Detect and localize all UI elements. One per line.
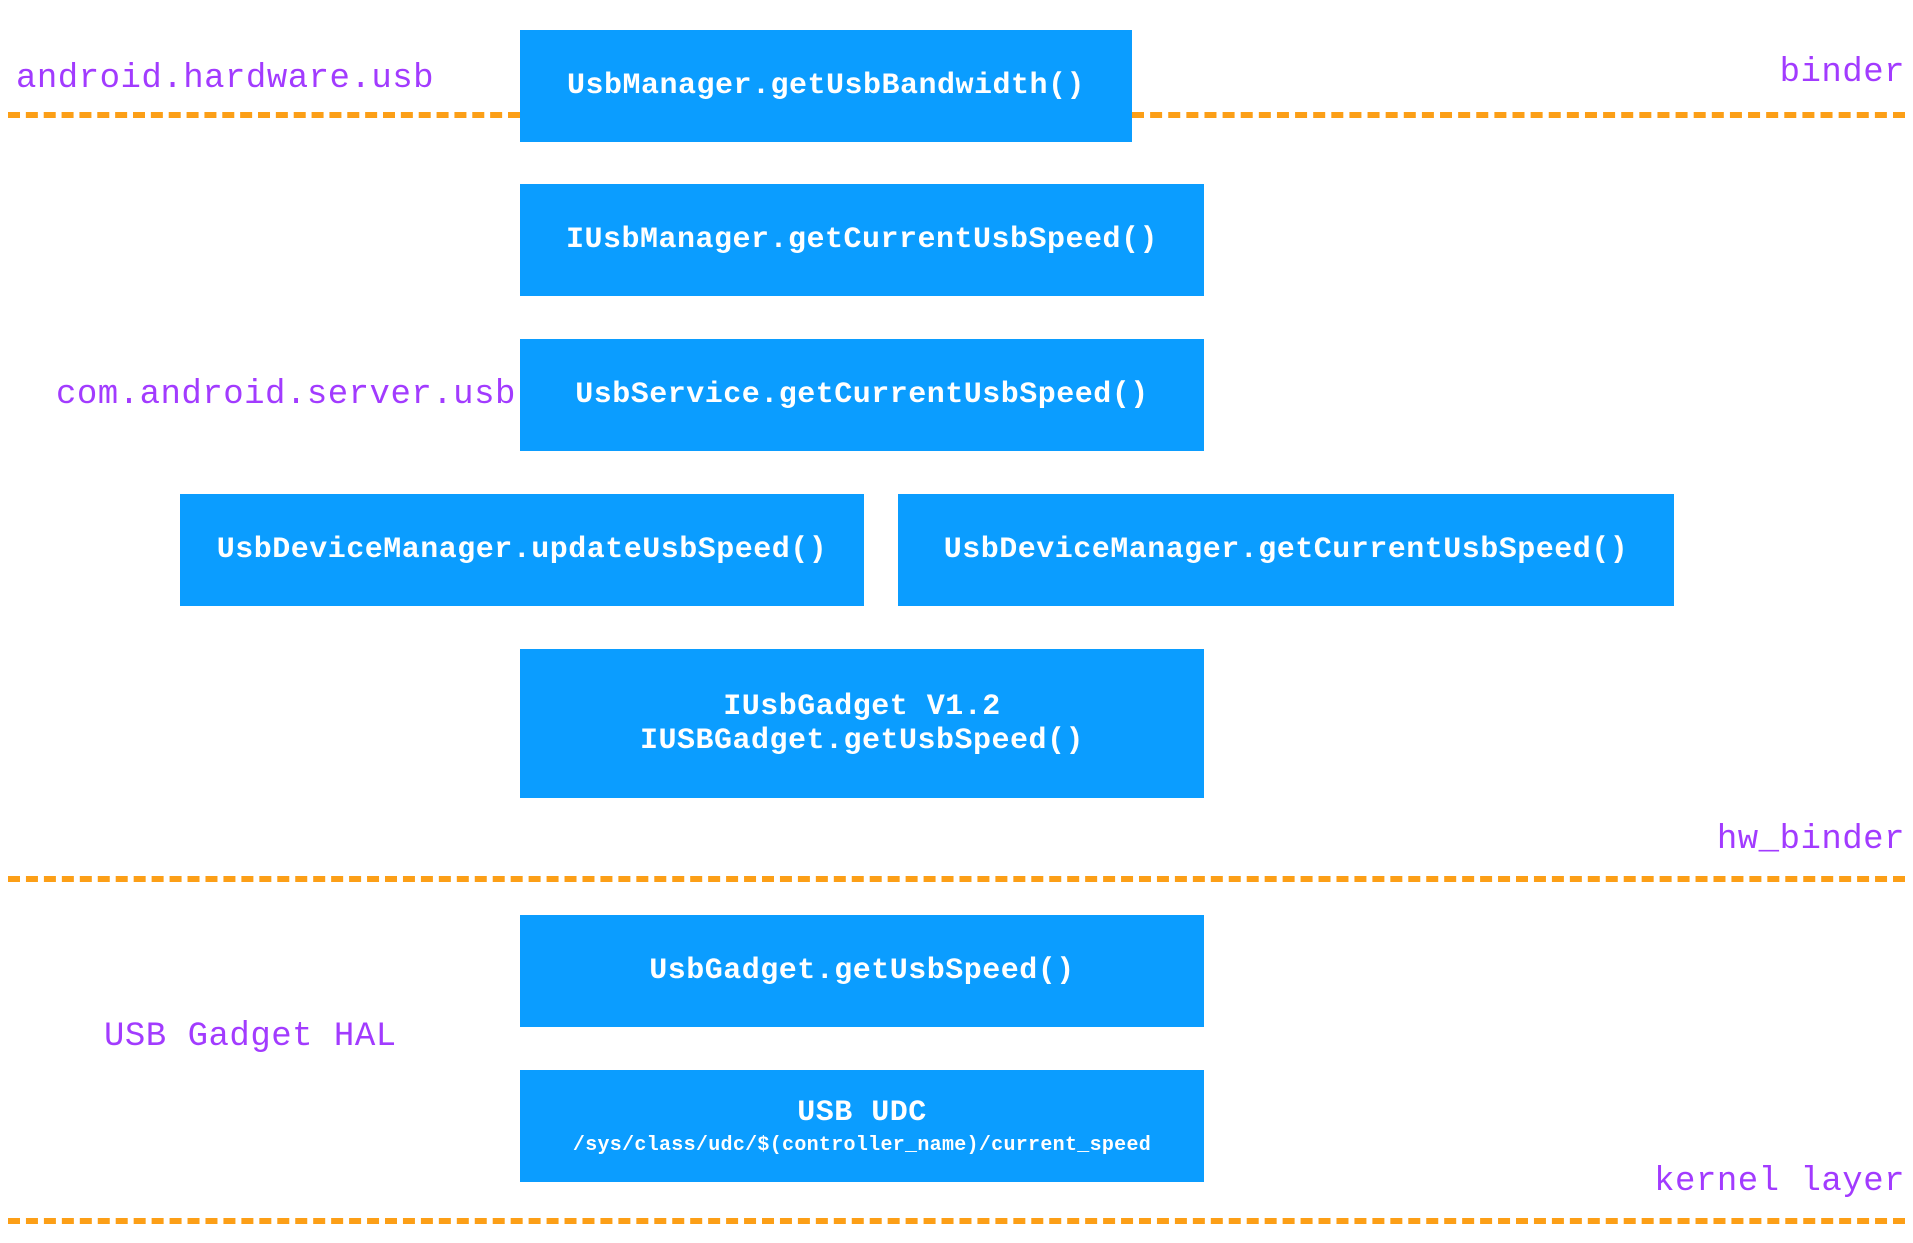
box2-text: IUsbManager.getCurrentUsbSpeed() [566, 223, 1158, 257]
box7-text: UsbGadget.getUsbSpeed() [649, 954, 1075, 988]
dashed-hwbinder [8, 876, 1905, 882]
dashed-binder-left [8, 112, 520, 118]
dashed-kernel [8, 1218, 1905, 1224]
box-usbdevicemanager-getcurrentusbspeed: UsbDeviceManager.getCurrentUsbSpeed() [898, 494, 1674, 606]
box-usbgadget-getusbspeed: UsbGadget.getUsbSpeed() [520, 915, 1204, 1027]
label-com-android-server-usb: com.android.server.usb [56, 376, 516, 414]
box6-line1: IUsbGadget V1.2 [723, 690, 1001, 724]
box-usbservice-getcurrentusbspeed: UsbService.getCurrentUsbSpeed() [520, 339, 1204, 451]
label-android-hardware-usb: android.hardware.usb [16, 60, 434, 98]
box4-text: UsbDeviceManager.updateUsbSpeed() [217, 533, 828, 567]
label-hw-binder: hw_binder [1717, 821, 1905, 859]
dashed-binder-right [1132, 112, 1905, 118]
box-usbdevicemanager-updateusbspeed: UsbDeviceManager.updateUsbSpeed() [180, 494, 864, 606]
label-kernel-layer: kernel layer [1654, 1163, 1905, 1201]
box-usbmanager-getusbbandwidth: UsbManager.getUsbBandwidth() [520, 30, 1132, 142]
label-binder: binder [1780, 54, 1905, 92]
box3-text: UsbService.getCurrentUsbSpeed() [575, 378, 1149, 412]
box-usb-udc: USB UDC /sys/class/udc/$(controller_name… [520, 1070, 1204, 1182]
box6-line2: IUSBGadget.getUsbSpeed() [640, 724, 1084, 758]
box1-text: UsbManager.getUsbBandwidth() [567, 69, 1085, 103]
box8-line1: USB UDC [797, 1096, 927, 1130]
box-iusbgadget: IUsbGadget V1.2 IUSBGadget.getUsbSpeed() [520, 649, 1204, 798]
box5-text: UsbDeviceManager.getCurrentUsbSpeed() [944, 533, 1629, 567]
label-usb-gadget-hal: USB Gadget HAL [104, 1018, 397, 1056]
box-iusbmanager-getcurrentusbspeed: IUsbManager.getCurrentUsbSpeed() [520, 184, 1204, 296]
box8-line2: /sys/class/udc/$(controller_name)/curren… [573, 1134, 1151, 1157]
